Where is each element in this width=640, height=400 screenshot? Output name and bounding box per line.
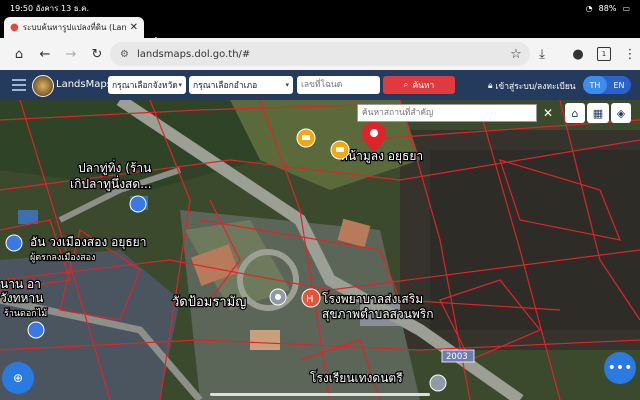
market-label-2: ผู้ตรกลงเมืองสอง — [30, 252, 95, 263]
hamburger-menu-icon[interactable] — [12, 79, 26, 94]
left-label-3: ร้านดอกไม้ — [4, 308, 47, 319]
reload-icon[interactable]: ↻ — [84, 41, 110, 67]
store-pin-icon[interactable] — [5, 234, 23, 252]
forward-icon[interactable]: → — [58, 41, 84, 67]
address-bar[interactable]: ⚙ landsmaps.dol.go.th/# — [110, 42, 530, 66]
status-right: ◔ 88% ▭ — [586, 4, 630, 13]
bookmark-star-icon[interactable]: ☆ — [503, 41, 529, 67]
hospital-label-2: สุขภาพตำบลสวนพริก — [322, 307, 433, 322]
battery-icon: ▭ — [622, 3, 630, 13]
field-darker — [430, 150, 640, 330]
status-left: 19:50 อังคาร 13 ธ.ค. — [10, 2, 89, 15]
login-label: เข้าสู่ระบบ/ลงทะเบียน — [495, 82, 576, 92]
home-icon[interactable]: ⌂ — [6, 41, 32, 67]
village-label: หน้ามูลง อยุธยา — [340, 149, 423, 164]
temple-pin-icon[interactable] — [269, 288, 287, 306]
road-number-label: 2003 — [446, 352, 468, 362]
tab-strip: ● ระบบค้นหารูปแปลงที่ดิน (Lan ✕ + — [0, 16, 640, 50]
temple-label: วัดป้อมรามัญ — [172, 295, 246, 310]
gesture-bar — [210, 393, 430, 396]
cafe-pin-icon-2[interactable] — [330, 140, 350, 160]
hospital-pin-icon[interactable]: H — [301, 288, 321, 308]
status-bar: 19:50 อังคาร 13 ธ.ค. ◔ 88% ▭ — [0, 0, 640, 16]
chevron-down-icon: ▾ — [178, 81, 182, 89]
landsmaps-logo — [32, 75, 54, 97]
site-info-icon[interactable]: ⚙ — [120, 49, 129, 60]
school-pin-icon[interactable] — [429, 374, 447, 392]
chevron-down-icon: ▾ — [285, 81, 289, 89]
more-options-button[interactable]: ••• — [604, 352, 636, 384]
microphone-icon[interactable]: ● — [565, 41, 591, 67]
battery-text: 88% — [598, 3, 617, 13]
tab-count-icon: 1 — [597, 47, 611, 61]
hospital-label: โรงพยาบาลส่งเสริม — [322, 292, 423, 306]
back-icon[interactable]: ← — [32, 41, 58, 67]
download-icon[interactable]: ⤓ — [529, 41, 555, 67]
left-label-1: นาน อา — [0, 277, 41, 291]
close-tab-icon[interactable]: ✕ — [130, 22, 138, 33]
crosshair-icon: ⊕ — [12, 371, 24, 385]
menu-more-icon[interactable]: ⋮ — [617, 41, 640, 67]
more-dots-icon: ••• — [607, 360, 633, 376]
district-select-value: กรุณาเลือกอำเภอ — [193, 81, 258, 91]
market-label: อัน วงเมืองสอง อยุธยา — [30, 235, 146, 250]
restaurant-label: ปลาทู่ทิ่ง (ร้าน — [78, 159, 151, 176]
svg-text:H: H — [306, 294, 314, 305]
search-button-label: ค้นหา — [412, 81, 435, 91]
school-label: โรงเรียนเทงดนตรี — [310, 371, 403, 385]
location-pin-icon: ● — [10, 22, 19, 33]
language-toggle: TH EN — [583, 76, 631, 94]
left-label-2: วังทหาน — [0, 291, 43, 305]
cafe-pin-icon[interactable] — [296, 128, 316, 148]
tab-switcher-button[interactable]: 1 — [591, 41, 617, 67]
layers-button[interactable]: ◈ — [611, 103, 631, 123]
house-icon: ⌂ — [571, 106, 579, 120]
province-select[interactable]: กรุณาเลือกจังหวัด ▾ — [108, 76, 186, 94]
wifi-icon: ◔ — [585, 3, 593, 13]
lang-th-button[interactable]: TH — [583, 76, 607, 94]
flower-shop-pin-icon[interactable] — [27, 321, 45, 339]
search-icon: ⌕ — [403, 80, 409, 90]
status-time: 19:50 — [10, 3, 34, 13]
app-logo-text: LandsMaps — [56, 79, 112, 90]
grid-icon: ▦ — [592, 106, 604, 120]
location-tool-button[interactable]: ⊕ — [2, 362, 34, 394]
place-search-input[interactable] — [357, 104, 537, 122]
satellite-map[interactable]: 2003 ปลาทู่ทิ่ง (ร้าน เกิปลาทูนึ่งสด... … — [0, 100, 640, 400]
browser-tab[interactable]: ● ระบบค้นหารูปแปลงที่ดิน (Lan ✕ — [4, 17, 144, 38]
map-canvas: 2003 ปลาทู่ทิ่ง (ร้าน เกิปลาทูนึ่งสด... … — [0, 100, 640, 400]
blue-roof — [18, 210, 38, 224]
home-view-button[interactable]: ⌂ — [565, 103, 585, 123]
layers-icon: ◈ — [616, 106, 626, 120]
url-text: landsmaps.dol.go.th/# — [136, 48, 251, 60]
province-select-value: กรุณาเลือกจังหวัด — [112, 81, 178, 91]
lang-en-button[interactable]: EN — [607, 76, 631, 94]
search-button[interactable]: ⌕ ค้นหา — [383, 76, 455, 94]
deed-number-input[interactable] — [297, 76, 380, 94]
district-select[interactable]: กรุณาเลือกอำเภอ ▾ — [189, 76, 293, 94]
tab-title: ระบบค้นหารูปแปลงที่ดิน (Lan — [22, 23, 126, 32]
building-roof-2 — [250, 330, 280, 350]
toolbar-right: ☆ ⤓ ● 1 ⋮ — [503, 42, 640, 66]
lock-icon: 🔒︎ — [488, 81, 493, 91]
status-date: อังคาร 13 ธ.ค. — [35, 3, 90, 13]
clear-search-icon[interactable]: ✕ — [541, 104, 555, 122]
grid-toggle-button[interactable]: ▦ — [587, 103, 609, 123]
login-link[interactable]: 🔒︎ เข้าสู่ระบบ/ลงทะเบียน — [488, 79, 576, 93]
restaurant-label-2: เกิปลาทูนึ่งสด... — [70, 175, 152, 192]
shop-pin-icon[interactable] — [129, 195, 147, 213]
